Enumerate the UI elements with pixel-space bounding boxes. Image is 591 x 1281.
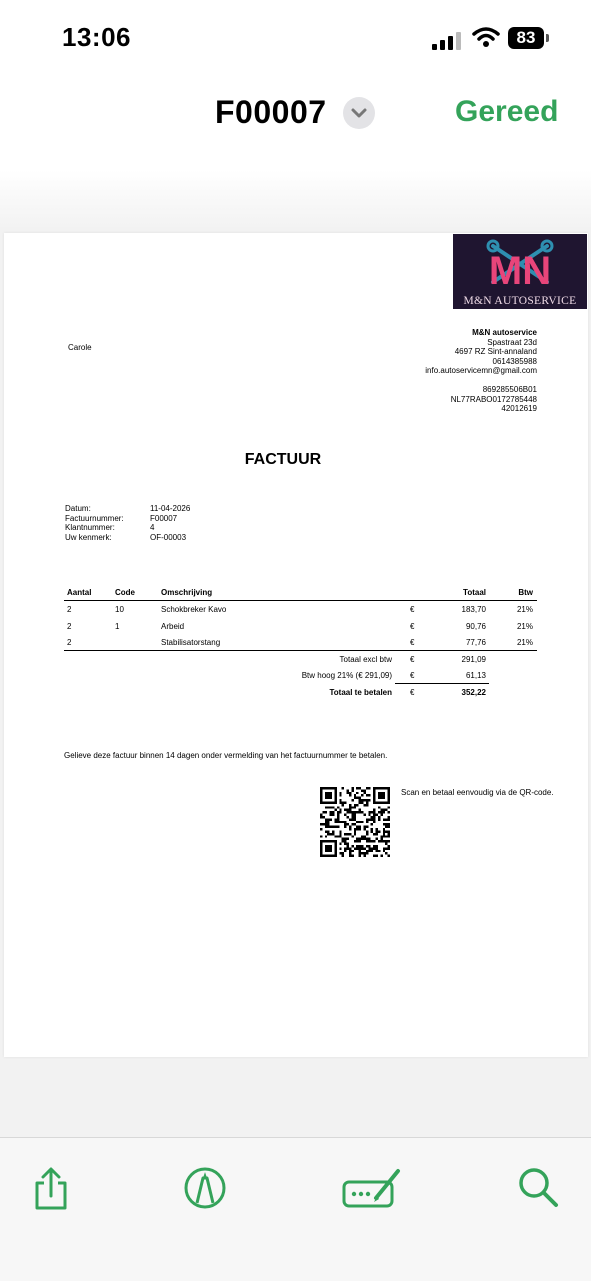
meta-label: Klantnummer: [65, 523, 115, 533]
col-total: Totaal [463, 588, 486, 597]
company-vat: 869285506B01 [482, 384, 537, 394]
table-body-rule [64, 650, 537, 651]
logo-monogram: MN [489, 249, 551, 293]
col-qty: Aantal [67, 588, 92, 597]
status-time: 13:06 [62, 22, 131, 52]
qr-code[interactable] [320, 787, 390, 857]
wifi-icon [472, 27, 500, 47]
company-email: info.autoservicemn@gmail.com [425, 366, 537, 376]
meta-value: 4 [150, 523, 155, 533]
company-city: 4697 RZ Sint-annaland [454, 347, 537, 357]
meta-value: OF-00003 [150, 532, 187, 542]
company-iban: NL77RABO0172785448 [450, 394, 537, 404]
markup-icon[interactable] [183, 1166, 227, 1210]
col-vat: Btw [518, 588, 533, 597]
meta-value: 11-04-2026 [150, 504, 191, 513]
done-button[interactable]: Gereed [455, 95, 558, 129]
nav-fade [0, 170, 591, 230]
logo-text: M&N AUTOSERVICE [463, 295, 577, 307]
bottom-toolbar [0, 1137, 591, 1281]
status-bar: 13:06 83 [0, 0, 591, 80]
nav-bar: F00007 Gereed [0, 80, 591, 170]
meta-label: Uw kenmerk: [65, 532, 112, 542]
meta-label: Datum: [65, 504, 91, 513]
customer-name: Carole [68, 343, 92, 352]
company-block: M&N autoservice Spastraat 23d 4697 RZ Si… [425, 328, 537, 414]
company-phone: 0614385988 [492, 356, 538, 366]
signature-icon[interactable] [342, 1166, 404, 1210]
col-description: Omschrijving [161, 588, 213, 597]
cellular-signal-icon [432, 30, 462, 50]
title-menu-button[interactable] [343, 97, 375, 129]
chevron-down-icon [351, 108, 367, 118]
battery-tip [546, 34, 549, 42]
company-name: M&N autoservice [472, 328, 537, 337]
table-header-rule [64, 600, 537, 601]
document-title[interactable]: F00007 [215, 94, 327, 131]
meta-label: Factuurnummer: [65, 513, 124, 523]
invoice-page: MN M&N AUTOSERVICE Carole M&N autoservic… [4, 233, 588, 1057]
payment-note: Gelieve deze factuur binnen 14 dagen ond… [64, 751, 388, 760]
company-kvk: 42012619 [501, 404, 537, 414]
totals-rule [395, 683, 489, 684]
meta-value: F00007 [150, 513, 178, 523]
invoice-heading: FACTUUR [244, 451, 322, 468]
qr-note: Scan en betaal eenvoudig via de QR-code. [401, 788, 554, 797]
search-icon[interactable] [517, 1166, 561, 1210]
col-code: Code [115, 588, 135, 597]
battery-icon: 83 [508, 27, 544, 49]
company-logo: MN M&N AUTOSERVICE [453, 234, 587, 309]
company-street: Spastraat 23d [487, 337, 537, 347]
share-icon[interactable] [31, 1166, 71, 1212]
invoice-meta: Datum: 11-04-2026 Factuurnummer: F00007 Kl… [65, 504, 190, 542]
